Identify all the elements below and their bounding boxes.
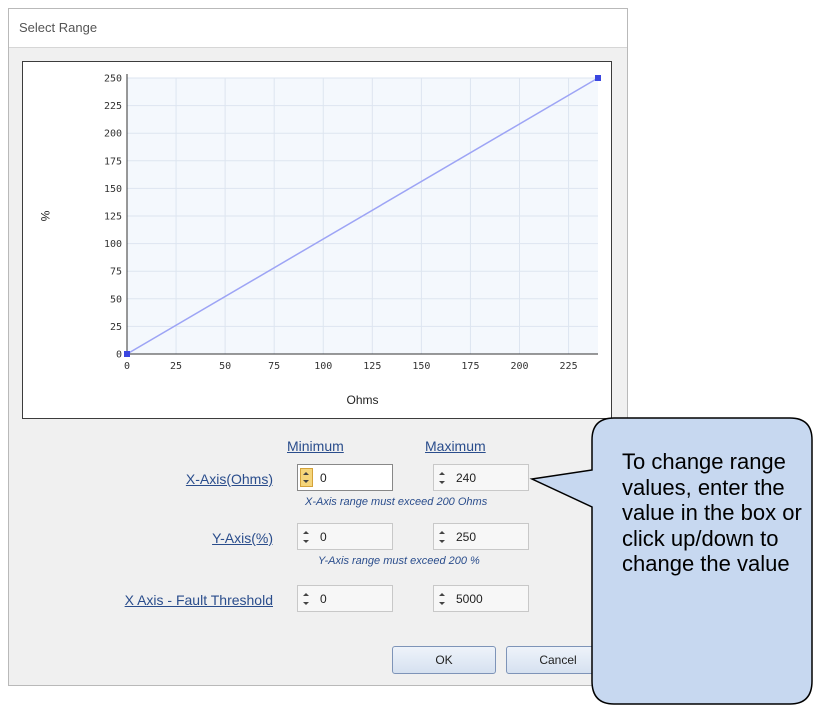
callout-text: To change range values, enter the value … bbox=[622, 449, 802, 576]
callout-bubble bbox=[529, 417, 813, 705]
